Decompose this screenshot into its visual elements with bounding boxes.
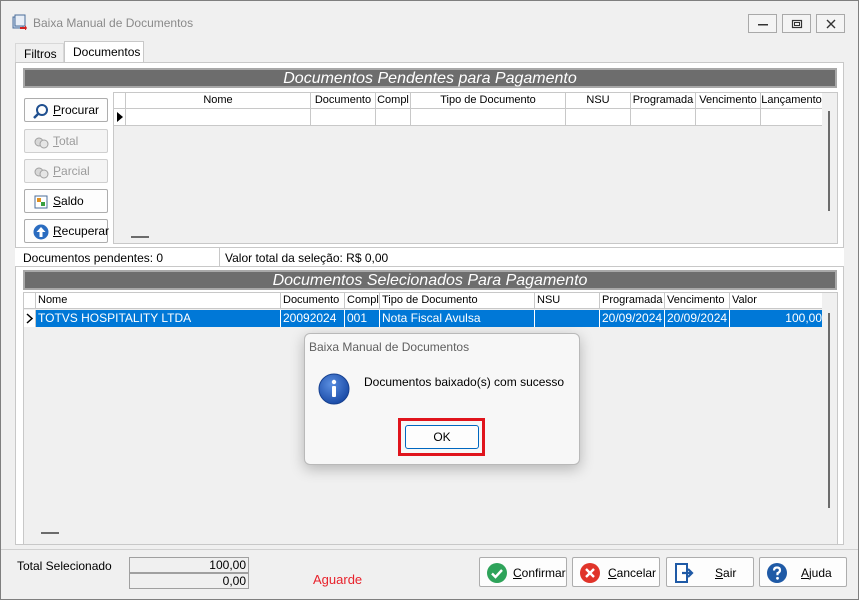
selected-horizontal-scrollbar[interactable] bbox=[41, 532, 59, 534]
window-title: Baixa Manual de Documentos bbox=[33, 16, 194, 30]
col-documento[interactable]: Documento bbox=[311, 93, 376, 109]
sair-button[interactable]: Sair bbox=[666, 557, 754, 587]
ok-button[interactable]: OK bbox=[405, 425, 479, 449]
ajuda-button[interactable]: Ajuda bbox=[759, 557, 847, 587]
table-row[interactable]: TOTVS HOSPITALITY LTDA 20092024 001 Nota… bbox=[24, 310, 822, 327]
waiting-status: Aguarde bbox=[313, 572, 363, 587]
cell-vencimento: 20/09/2024 bbox=[665, 310, 730, 327]
col-tipo-documento[interactable]: Tipo de Documento bbox=[411, 93, 566, 109]
col-vencimento[interactable]: Vencimento bbox=[696, 93, 761, 109]
pending-selection-total: Valor total da seleção: R$ 0,00 bbox=[225, 251, 389, 265]
tab-documentos[interactable]: Documentos bbox=[64, 41, 144, 63]
selected-vertical-scrollbar[interactable] bbox=[828, 313, 830, 508]
pending-empty-row[interactable] bbox=[114, 109, 822, 126]
exit-door-icon bbox=[675, 563, 694, 583]
main-window: Baixa Manual de Documentos Filtros Docum… bbox=[0, 0, 859, 600]
total-selecionado-value: 100,00 bbox=[129, 557, 249, 573]
close-button[interactable] bbox=[816, 14, 845, 33]
coins-icon bbox=[34, 137, 49, 149]
title-bar: Baixa Manual de Documentos bbox=[1, 1, 858, 41]
col-tipo-documento[interactable]: Tipo de Documento bbox=[380, 293, 535, 309]
pending-vertical-scrollbar[interactable] bbox=[828, 111, 830, 211]
dialog-message: Documentos baixado(s) com sucesso bbox=[364, 375, 565, 389]
saldo-button[interactable]: Saldo bbox=[24, 189, 108, 213]
minimize-icon bbox=[758, 24, 768, 26]
col-nome[interactable]: Nome bbox=[126, 93, 311, 109]
total-button[interactable]: Total bbox=[24, 129, 108, 153]
cell-nsu bbox=[535, 310, 600, 327]
col-lancamento[interactable]: Lançamento bbox=[761, 93, 822, 109]
secondary-total-value: 0,00 bbox=[129, 573, 249, 589]
col-compl[interactable]: Compl bbox=[376, 93, 411, 109]
row-indicator-icon bbox=[26, 313, 34, 324]
cell-documento: 20092024 bbox=[281, 310, 345, 327]
balance-icon bbox=[34, 195, 48, 209]
col-nsu[interactable]: NSU bbox=[535, 293, 600, 309]
pending-grid-header: Nome Documento Compl Tipo de Documento N… bbox=[114, 93, 822, 109]
confirmar-button[interactable]: Confirmar bbox=[479, 557, 567, 587]
cell-nome: TOTVS HOSPITALITY LTDA bbox=[36, 310, 281, 327]
col-nome[interactable]: Nome bbox=[36, 293, 281, 309]
col-programada[interactable]: Programada bbox=[600, 293, 665, 309]
col-nsu[interactable]: NSU bbox=[566, 93, 631, 109]
col-programada[interactable]: Programada bbox=[631, 93, 696, 109]
recuperar-button[interactable]: Recuperar bbox=[24, 219, 109, 243]
cell-valor: 100,00 bbox=[785, 311, 822, 325]
procurar-button[interactable]: Procurar bbox=[24, 98, 108, 122]
col-compl[interactable]: Compl bbox=[345, 293, 380, 309]
parcial-button[interactable]: Parcial bbox=[24, 159, 108, 183]
check-circle-icon bbox=[487, 563, 507, 583]
pending-grid[interactable]: Nome Documento Compl Tipo de Documento N… bbox=[113, 92, 838, 244]
cell-compl: 001 bbox=[345, 310, 380, 327]
help-icon bbox=[767, 563, 787, 583]
total-selecionado-label: Total Selecionado bbox=[17, 559, 112, 573]
pending-section-header: Documentos Pendentes para Pagamento bbox=[23, 68, 837, 88]
info-icon bbox=[318, 373, 350, 405]
pending-count: Documentos pendentes: 0 bbox=[23, 251, 164, 265]
maximize-button[interactable] bbox=[782, 14, 811, 33]
selected-grid-header: Nome Documento Compl Tipo de Documento N… bbox=[24, 293, 822, 309]
col-documento[interactable]: Documento bbox=[281, 293, 345, 309]
minimize-button[interactable] bbox=[748, 14, 777, 33]
col-valor[interactable]: Valor bbox=[730, 293, 822, 309]
coins-partial-icon bbox=[34, 167, 49, 179]
search-icon bbox=[33, 104, 48, 119]
arrow-up-circle-icon bbox=[33, 224, 49, 240]
cancelar-button[interactable]: Cancelar bbox=[572, 557, 660, 587]
pending-horizontal-scrollbar[interactable] bbox=[131, 236, 149, 238]
cell-programada: 20/09/2024 bbox=[600, 310, 665, 327]
cell-tipo: Nota Fiscal Avulsa bbox=[380, 310, 535, 327]
restore-icon bbox=[791, 19, 803, 29]
message-dialog: Baixa Manual de Documentos Documentos ba… bbox=[304, 333, 580, 465]
dialog-title: Baixa Manual de Documentos bbox=[309, 340, 470, 354]
close-icon bbox=[826, 19, 836, 29]
app-icon bbox=[12, 14, 27, 30]
selected-section-header: Documentos Selecionados Para Pagamento bbox=[23, 270, 837, 290]
tab-filtros[interactable]: Filtros bbox=[15, 43, 64, 63]
col-vencimento[interactable]: Vencimento bbox=[665, 293, 730, 309]
cancel-circle-icon bbox=[580, 563, 600, 583]
